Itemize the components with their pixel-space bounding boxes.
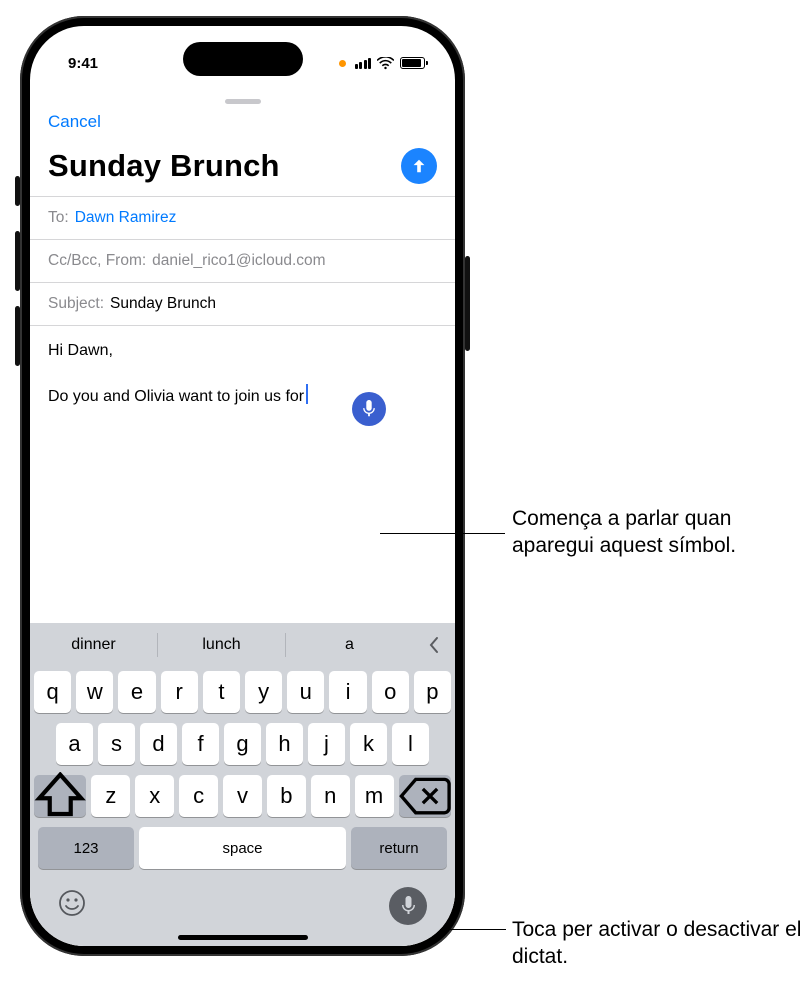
return-key[interactable]: return [351, 827, 447, 869]
send-button[interactable] [401, 148, 437, 184]
battery-icon [400, 57, 425, 69]
callout-text-1: Comença a parlar quan aparegui aquest sí… [512, 505, 803, 560]
key-c[interactable]: c [179, 775, 218, 817]
key-t[interactable]: t [203, 671, 240, 713]
key-i[interactable]: i [329, 671, 366, 713]
key-j[interactable]: j [308, 723, 345, 765]
subject-value: Sunday Brunch [110, 295, 216, 313]
home-indicator[interactable] [178, 935, 308, 940]
key-o[interactable]: o [372, 671, 409, 713]
subject-label: Subject: [48, 295, 104, 313]
cellular-icon [355, 58, 372, 69]
recording-indicator-icon [339, 60, 346, 67]
key-w[interactable]: w [76, 671, 113, 713]
to-value: Dawn Ramirez [75, 209, 177, 227]
body-line-1: Hi Dawn, [48, 340, 437, 362]
body-line-2: Do you and Olivia want to join us for [48, 388, 304, 405]
key-row-4: 123 space return [34, 827, 451, 869]
key-s[interactable]: s [98, 723, 135, 765]
screen: 9:41 Cancel Sunday Brunch To: Dawn [30, 26, 455, 946]
keyboard: dinner lunch a q w e r t [30, 623, 455, 946]
emoji-button[interactable] [58, 889, 86, 924]
key-k[interactable]: k [350, 723, 387, 765]
subject-field[interactable]: Subject: Sunday Brunch [30, 282, 455, 326]
callout-leader [380, 533, 505, 534]
dynamic-island [183, 42, 303, 76]
volume-up-button [15, 231, 20, 291]
key-v[interactable]: v [223, 775, 262, 817]
shift-icon [34, 772, 86, 819]
key-m[interactable]: m [355, 775, 394, 817]
status-right [339, 57, 426, 70]
suggestion-3[interactable]: a [286, 623, 413, 667]
to-label: To: [48, 209, 69, 227]
emoji-icon [58, 889, 86, 917]
delete-icon [399, 777, 451, 815]
key-x[interactable]: x [135, 775, 174, 817]
key-row-3: z x c v b n m [34, 775, 451, 817]
text-cursor [306, 384, 308, 404]
suggestion-1[interactable]: dinner [30, 623, 157, 667]
key-n[interactable]: n [311, 775, 350, 817]
to-field[interactable]: To: Dawn Ramirez [30, 196, 455, 239]
key-l[interactable]: l [392, 723, 429, 765]
keyboard-bottom-row [30, 869, 455, 929]
suggestion-bar: dinner lunch a [30, 623, 455, 667]
numbers-key[interactable]: 123 [38, 827, 134, 869]
delete-key[interactable] [399, 775, 451, 817]
key-row-1: q w e r t y u i o p [34, 671, 451, 713]
mute-switch [15, 176, 20, 206]
key-z[interactable]: z [91, 775, 130, 817]
chevron-left-icon [428, 636, 440, 654]
shift-key[interactable] [34, 775, 86, 817]
key-u[interactable]: u [287, 671, 324, 713]
key-f[interactable]: f [182, 723, 219, 765]
key-q[interactable]: q [34, 671, 71, 713]
dictation-button[interactable] [389, 887, 427, 925]
key-g[interactable]: g [224, 723, 261, 765]
key-row-2: a s d f g h j k l [34, 723, 451, 765]
microphone-icon [362, 400, 376, 418]
callout-text-2: Toca per activar o desactivar el dictat. [512, 916, 803, 971]
email-body[interactable]: Hi Dawn, Do you and Olivia want to join … [30, 326, 455, 623]
key-h[interactable]: h [266, 723, 303, 765]
suggestion-2[interactable]: lunch [158, 623, 285, 667]
arrow-up-icon [410, 157, 428, 175]
status-time: 9:41 [68, 55, 98, 72]
phone-frame: 9:41 Cancel Sunday Brunch To: Dawn [20, 16, 465, 956]
wifi-icon [377, 57, 394, 70]
collapse-suggestions-button[interactable] [413, 623, 455, 667]
space-key[interactable]: space [139, 827, 346, 869]
sheet-grabber[interactable] [225, 99, 261, 104]
email-title: Sunday Brunch [48, 148, 280, 184]
ccbcc-label: Cc/Bcc, From: [48, 252, 146, 270]
key-p[interactable]: p [414, 671, 451, 713]
power-button [465, 256, 470, 351]
ccbcc-field[interactable]: Cc/Bcc, From: daniel_rico1@icloud.com [30, 239, 455, 282]
volume-down-button [15, 306, 20, 366]
key-b[interactable]: b [267, 775, 306, 817]
dictation-indicator [352, 392, 386, 426]
key-a[interactable]: a [56, 723, 93, 765]
key-y[interactable]: y [245, 671, 282, 713]
key-e[interactable]: e [118, 671, 155, 713]
from-value: daniel_rico1@icloud.com [152, 252, 325, 270]
callout-leader [440, 929, 506, 930]
cancel-button[interactable]: Cancel [48, 112, 101, 131]
microphone-icon [401, 896, 416, 916]
key-d[interactable]: d [140, 723, 177, 765]
compose-sheet: Cancel Sunday Brunch To: Dawn Ramirez Cc… [30, 92, 455, 946]
key-r[interactable]: r [161, 671, 198, 713]
